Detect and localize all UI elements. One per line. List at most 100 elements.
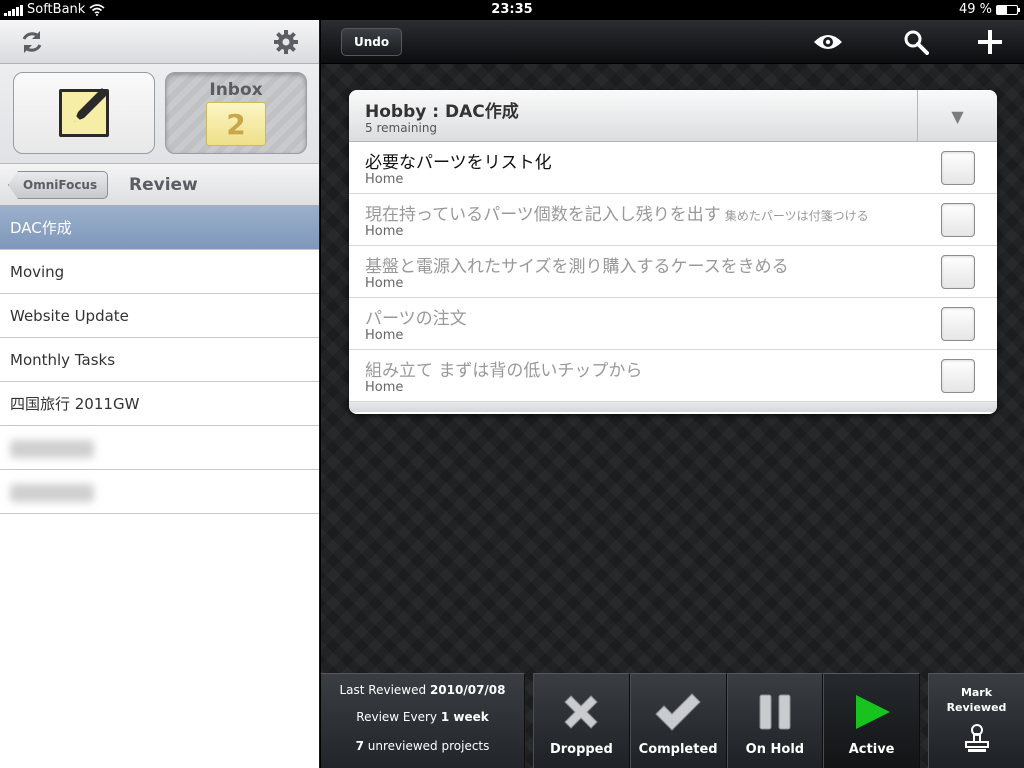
review-every-label: Review Every xyxy=(356,710,438,724)
back-button[interactable]: OmniFocus xyxy=(8,171,109,199)
quick-entry-button[interactable] xyxy=(13,72,155,154)
stamp-icon xyxy=(964,724,989,752)
on-hold-label: On Hold xyxy=(745,742,805,757)
task-context: Home xyxy=(365,172,404,187)
task-checkbox[interactable] xyxy=(941,307,975,341)
task-note: 集めたパーツは付箋つける xyxy=(724,209,869,223)
checkmark-icon xyxy=(655,693,701,731)
active-label: Active xyxy=(848,742,895,757)
project-header: Hobby : DAC作成 5 remaining ▼ xyxy=(349,90,997,142)
task-row[interactable]: 基盤と電源入れたサイズを測り購入するケースをきめる Home xyxy=(349,246,997,298)
add-button[interactable] xyxy=(975,28,1005,56)
project-item-moving[interactable]: Moving xyxy=(0,250,319,294)
unreviewed-count: 7 xyxy=(355,739,364,753)
task-checkbox[interactable] xyxy=(941,151,975,185)
triangle-down-icon: ▼ xyxy=(951,106,964,126)
task-title-text: 組み立て まずは背の低いチップから xyxy=(365,361,643,381)
project-title: Hobby : DAC作成 xyxy=(365,102,519,122)
inbox-count-badge: 2 xyxy=(206,102,266,146)
mark-reviewed-line2: Reviewed xyxy=(946,701,1007,714)
status-bar: SoftBank 23:35 49 % xyxy=(0,0,1024,20)
eye-icon xyxy=(814,35,842,49)
dropped-button[interactable]: Dropped xyxy=(533,673,630,768)
project-card: Hobby : DAC作成 5 remaining ▼ 必要なパーツをリスト化 … xyxy=(349,90,997,414)
task-checkbox[interactable] xyxy=(941,255,975,289)
completed-label: Completed xyxy=(638,742,718,757)
plus-icon xyxy=(978,30,1002,54)
task-title: 組み立て まずは背の低いチップから xyxy=(365,356,642,381)
play-icon xyxy=(855,695,890,729)
battery-icon xyxy=(996,4,1020,15)
dropped-label: Dropped xyxy=(549,742,613,757)
task-checkbox[interactable] xyxy=(941,359,975,393)
task-title-text: 現在持っているパーツ個数を記入し残りを出す xyxy=(365,205,721,225)
project-item-dac[interactable]: DAC作成 xyxy=(0,206,319,250)
main-pane: Undo Hobby : DAC作成 5 remaining ▼ 必要なパーツを… xyxy=(321,20,1024,768)
last-reviewed-line: Last Reviewed 2010/07/08 xyxy=(321,683,524,697)
last-reviewed-value: 2010/07/08 xyxy=(429,683,506,697)
gear-icon xyxy=(274,30,298,54)
project-item-website-update[interactable]: Website Update xyxy=(0,294,319,338)
sidebar: Inbox 2 OmniFocus Review DAC作成 Moving We… xyxy=(0,20,320,768)
unreviewed-line: 7 unreviewed projects xyxy=(321,739,524,753)
active-button[interactable]: Active xyxy=(823,673,920,768)
task-row[interactable]: 現在持っているパーツ個数を記入し残りを出す 集めたパーツは付箋つける Home xyxy=(349,194,997,246)
refresh-button[interactable] xyxy=(18,28,46,56)
pause-icon xyxy=(759,694,791,730)
inbox-label: Inbox xyxy=(209,80,263,100)
refresh-icon xyxy=(22,31,42,53)
last-reviewed-label: Last Reviewed xyxy=(339,683,427,697)
disclosure-button[interactable]: ▼ xyxy=(917,90,997,142)
task-title: 基盤と電源入れたサイズを測り購入するケースをきめる xyxy=(365,252,789,277)
blurred-text xyxy=(10,439,94,458)
card-footer xyxy=(349,402,997,412)
task-title-text: 必要なパーツをリスト化 xyxy=(365,153,552,173)
mark-reviewed-line1: Mark xyxy=(960,686,993,699)
task-context: Home xyxy=(365,328,404,343)
project-item-blurred-1[interactable] xyxy=(0,426,319,470)
settings-button[interactable] xyxy=(272,28,300,56)
task-context: Home xyxy=(365,380,404,395)
blurred-text xyxy=(10,483,94,502)
project-item-shikoku-trip[interactable]: 四国旅行 2011GW xyxy=(0,382,319,426)
clock: 23:35 xyxy=(491,2,533,17)
sidebar-nav-bar: OmniFocus Review xyxy=(0,164,319,206)
on-hold-button[interactable]: On Hold xyxy=(726,673,824,768)
task-title: 現在持っているパーツ個数を記入し残りを出す 集めたパーツは付箋つける xyxy=(365,200,869,225)
mark-reviewed-button[interactable]: Mark Reviewed xyxy=(928,673,1024,768)
battery-percent: 49 % xyxy=(958,2,992,17)
remaining-count: 5 remaining xyxy=(365,121,438,135)
quick-actions: Inbox 2 xyxy=(0,64,319,164)
search-icon xyxy=(904,30,929,55)
task-row[interactable]: パーツの注文 Home xyxy=(349,298,997,350)
task-title: パーツの注文 xyxy=(365,304,467,329)
task-context: Home xyxy=(365,276,404,291)
sidebar-toolbar xyxy=(0,20,319,64)
compose-icon xyxy=(59,88,109,137)
search-button[interactable] xyxy=(901,28,931,56)
nav-title: Review xyxy=(129,175,198,195)
project-list: DAC作成 Moving Website Update Monthly Task… xyxy=(0,206,319,514)
x-icon xyxy=(564,695,599,729)
task-row[interactable]: 必要なパーツをリスト化 Home xyxy=(349,142,997,194)
main-toolbar: Undo xyxy=(321,20,1024,64)
review-interval-line: Review Every 1 week xyxy=(321,710,524,724)
project-item-monthly-tasks[interactable]: Monthly Tasks xyxy=(0,338,319,382)
task-title-text: パーツの注文 xyxy=(365,309,467,329)
review-every-value: 1 week xyxy=(440,710,489,724)
unreviewed-label: unreviewed projects xyxy=(367,739,490,753)
task-title: 必要なパーツをリスト化 xyxy=(365,148,552,173)
task-row[interactable]: 組み立て まずは背の低いチップから Home xyxy=(349,350,997,402)
project-status-group: Dropped Completed On Hold Active xyxy=(533,673,920,768)
completed-button[interactable]: Completed xyxy=(629,673,727,768)
task-title-text: 基盤と電源入れたサイズを測り購入するケースをきめる xyxy=(365,257,789,277)
inbox-button[interactable]: Inbox 2 xyxy=(165,72,307,154)
task-checkbox[interactable] xyxy=(941,203,975,237)
status-right: 49 % xyxy=(958,2,1020,17)
mark-reviewed-label: Mark Reviewed xyxy=(929,685,1024,715)
project-item-blurred-2[interactable] xyxy=(0,470,319,514)
task-context: Home xyxy=(365,224,404,239)
undo-button[interactable]: Undo xyxy=(341,28,403,56)
review-info-panel: Last Reviewed 2010/07/08 Review Every 1 … xyxy=(321,673,525,768)
view-button[interactable] xyxy=(813,28,843,56)
